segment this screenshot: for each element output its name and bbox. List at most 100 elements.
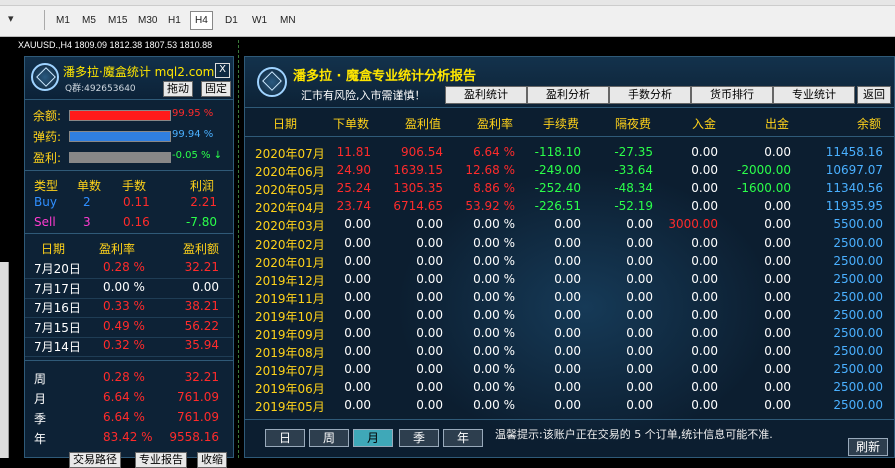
cell-balance: 2500.00 <box>833 380 883 395</box>
cell-swap: -52.19 <box>614 199 653 214</box>
cell-fee: 0.00 <box>554 271 581 286</box>
cell-date: 2019年11月 <box>255 291 325 306</box>
cell-date: 2019年08月 <box>255 346 325 361</box>
cell-swap: 0.00 <box>626 289 653 304</box>
tab-lots-analysis[interactable]: 手数分析 <box>609 86 691 104</box>
cell-orders: 0.00 <box>344 362 371 377</box>
tab-currency-rank[interactable]: 货币排行 <box>691 86 773 104</box>
timeframe-m15-button[interactable]: M15 <box>104 12 131 29</box>
tab-profit-stats[interactable]: 盈利统计 <box>445 86 527 104</box>
cell-withdraw: -1600.00 <box>737 181 791 196</box>
cell-balance: 11935.95 <box>825 199 883 214</box>
left-scrollbar[interactable] <box>0 262 9 458</box>
back-button[interactable]: 返回 <box>857 86 891 104</box>
cell-swap: 0.00 <box>626 271 653 286</box>
cell-withdraw: 0.00 <box>764 199 791 214</box>
refresh-button[interactable]: 刷新 <box>848 438 888 456</box>
column-header: 日期 <box>273 117 298 131</box>
cell-withdraw: 0.00 <box>764 362 791 377</box>
timeframe-toolbar: ▾ M1 M5 M15 M30 H1 H4 D1 W1 MN <box>0 0 895 37</box>
timeframe-h1-button[interactable]: H1 <box>164 12 185 29</box>
table-row: 2019年06月 0.00 0.00 0.00 % 0.00 0.00 0.00 0.00 25… <box>245 380 894 398</box>
cell-deposit: 0.00 <box>691 199 718 214</box>
day-table-header: 盈利率 <box>99 242 136 256</box>
cell-orders: 0.00 <box>344 235 371 250</box>
report-header: 潘多拉 · 魔盒专业统计分析报告 汇市有风险,入市需谨慎！ 盈利统计 盈利分析 手数… <box>245 57 894 108</box>
close-icon[interactable]: X <box>215 63 230 78</box>
header-divider <box>245 136 894 137</box>
day-amount: 0.00 <box>192 279 219 294</box>
cell-orders: 25.24 <box>336 181 371 196</box>
timeframe-d1-button[interactable]: D1 <box>221 12 242 29</box>
period-rate: 83.42 % <box>103 430 153 444</box>
timeframe-mn-button[interactable]: MN <box>276 12 300 29</box>
cell-balance: 2500.00 <box>833 398 883 413</box>
timeframe-m1-button[interactable]: M1 <box>52 12 74 29</box>
period-label: 年 <box>34 432 47 446</box>
cell-rate: 0.00 % <box>473 289 515 304</box>
column-header: 隔夜费 <box>614 117 651 131</box>
day-date: 7月20日 <box>34 262 81 276</box>
type-table-header: 利润 <box>190 179 215 193</box>
cell-balance: 11458.16 <box>825 145 883 159</box>
column-header: 盈利率 <box>476 117 513 131</box>
cell-date: 2019年07月 <box>255 364 325 379</box>
cell-swap: 0.00 <box>626 307 653 322</box>
timeframe-m30-button[interactable]: M30 <box>134 12 161 29</box>
day-rate: 0.33 % <box>103 299 145 313</box>
pro-report-button[interactable]: 专业报告 <box>135 452 187 468</box>
cell-withdraw: -2000.00 <box>737 163 791 178</box>
cell-swap: 0.00 <box>626 398 653 413</box>
divider <box>25 360 233 361</box>
type-table-header: 类型 <box>34 179 59 193</box>
report-panel: 潘多拉 · 魔盒专业统计分析报告 汇市有风险,入市需谨慎！ 盈利统计 盈利分析 手数… <box>244 56 895 458</box>
timeframe-w1-button[interactable]: W1 <box>248 12 271 29</box>
cell-rate: 0.00 % <box>473 271 515 286</box>
cell-fee: 0.00 <box>554 398 581 413</box>
column-header: 余额 <box>856 117 881 131</box>
trade-path-button[interactable]: 交易路径 <box>69 452 121 468</box>
fix-button[interactable]: 固定 <box>201 81 231 97</box>
table-row: 2019年09月 0.00 0.00 0.00 % 0.00 0.00 0.00 0.00 25… <box>245 326 894 344</box>
cell-swap: 0.00 <box>626 253 653 268</box>
table-row: 2019年10月 0.00 0.00 0.00 % 0.00 0.00 0.00 0.00 25… <box>245 307 894 326</box>
cell-withdraw: 0.00 <box>764 398 791 413</box>
period-label: 周 <box>34 372 47 386</box>
cell-fee: 0.00 <box>554 235 581 250</box>
period-quarter-button[interactable]: 季 <box>399 429 439 447</box>
period-label: 季 <box>34 412 47 426</box>
toolbar-dropdown-icon[interactable]: ▾ <box>8 12 14 25</box>
cell-date: 2020年02月 <box>255 237 325 252</box>
cell-withdraw: 0.00 <box>764 289 791 304</box>
type-lots: 0.16 <box>123 215 150 229</box>
cell-orders: 0.00 <box>344 344 371 359</box>
period-week-button[interactable]: 周 <box>309 429 349 447</box>
cell-fee: -249.00 <box>534 163 581 178</box>
tab-pro-stats[interactable]: 专业统计 <box>773 86 855 104</box>
timeframe-h4-button[interactable]: H4 <box>190 11 213 30</box>
period-month-button[interactable]: 月 <box>353 429 393 447</box>
cell-rate: 0.00 % <box>473 235 515 250</box>
drag-button[interactable]: 拖动 <box>163 81 193 97</box>
period-day-button[interactable]: 日 <box>265 429 305 447</box>
meter-value: -0.05 % ↓ <box>172 150 223 161</box>
collapse-button[interactable]: 收缩 <box>197 452 227 468</box>
cell-balance: 5500.00 <box>833 217 883 232</box>
period-year-button[interactable]: 年 <box>443 429 483 447</box>
period-label: 月 <box>34 392 47 406</box>
cell-withdraw: 0.00 <box>764 271 791 286</box>
cell-date: 2019年12月 <box>255 273 325 288</box>
cell-deposit: 0.00 <box>691 253 718 268</box>
day-table-header: 盈利额 <box>182 242 219 256</box>
tab-profit-analysis[interactable]: 盈利分析 <box>527 86 609 104</box>
cell-deposit: 0.00 <box>691 362 718 377</box>
cell-swap: 0.00 <box>626 344 653 359</box>
type-name: Buy <box>34 195 57 209</box>
day-amount: 56.22 <box>184 318 219 333</box>
cell-fee: 0.00 <box>554 362 581 377</box>
cell-rate: 0.00 % <box>473 307 515 322</box>
timeframe-m5-button[interactable]: M5 <box>78 12 100 29</box>
table-row: 2019年12月 0.00 0.00 0.00 % 0.00 0.00 0.00 0.00 25… <box>245 271 894 290</box>
cell-rate: 0.00 % <box>473 362 515 377</box>
cell-fee: 0.00 <box>554 344 581 359</box>
